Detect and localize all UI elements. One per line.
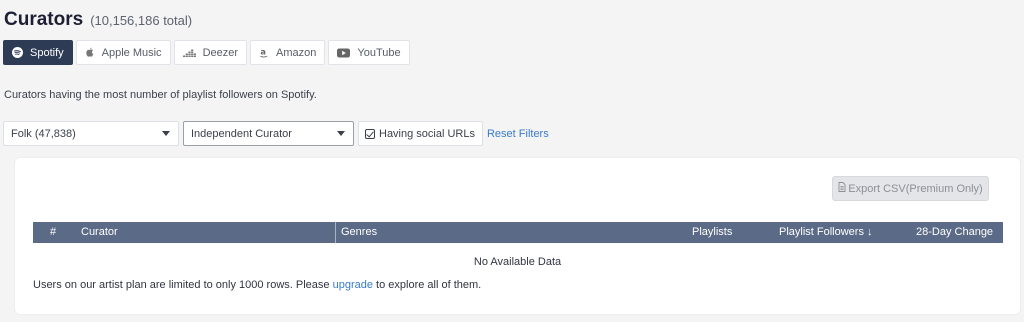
export-csv-button[interactable]: Export CSV(Premium Only) [832, 176, 989, 201]
plan-limit-note: Users on our artist plan are limited to … [33, 279, 481, 291]
plan-limit-note-text-end: to explore all of them. [376, 279, 482, 291]
caret-down-icon [162, 131, 170, 136]
column-divider[interactable] [335, 222, 336, 243]
column-header-28-day-change[interactable]: 28-Day Change [916, 222, 993, 243]
reset-filters-link[interactable]: Reset Filters [487, 128, 549, 140]
amazon-icon: a [259, 47, 269, 58]
plan-limit-note-text: Users on our artist plan are limited to … [33, 279, 330, 291]
social-urls-label: Having social URLs [379, 127, 475, 140]
tab-spotify[interactable]: Spotify [3, 40, 73, 65]
checkbox-checked-icon[interactable] [365, 128, 375, 139]
tab-label: Apple Music [101, 46, 162, 59]
curators-table-card: Export CSV(Premium Only) # Curator Genre… [14, 157, 1021, 315]
column-header-curator[interactable]: Curator [81, 222, 118, 243]
page-description: Curators having the most number of playl… [4, 89, 317, 101]
caret-down-icon [337, 131, 345, 136]
tab-apple-music[interactable]: Apple Music [75, 40, 171, 65]
platform-tabs: Spotify Apple Music Deezer a Amazon YouT… [3, 40, 410, 65]
tab-label: Deezer [202, 46, 239, 59]
social-urls-filter[interactable]: Having social URLs [358, 121, 483, 146]
empty-state-text: No Available Data [473, 256, 562, 268]
column-header-index[interactable]: # [50, 222, 56, 243]
table-header: # Curator Genres Playlists Playlist Foll… [33, 222, 1003, 243]
tab-deezer[interactable]: Deezer [173, 40, 248, 65]
total-count: (10,156,186 total) [90, 13, 193, 28]
genre-select-value: Folk (47,838) [11, 127, 76, 140]
page-title: Curators [4, 9, 84, 30]
column-header-genres[interactable]: Genres [341, 222, 377, 243]
curator-type-select[interactable]: Independent Curator [183, 121, 354, 146]
tab-label: Spotify [30, 46, 64, 59]
tab-label: YouTube [357, 46, 401, 59]
genre-select[interactable]: Folk (47,838) [3, 121, 179, 146]
deezer-icon [182, 48, 196, 57]
youtube-icon [337, 48, 351, 58]
export-csv-label: Export CSV(Premium Only) [848, 182, 983, 195]
column-header-followers[interactable]: Playlist Followers ↓ [779, 222, 873, 243]
column-header-playlists[interactable]: Playlists [692, 222, 732, 243]
curator-type-select-value: Independent Curator [191, 127, 292, 140]
spotify-icon [12, 47, 23, 58]
page-header: Curators (10,156,186 total) [4, 9, 192, 31]
tab-amazon[interactable]: a Amazon [250, 40, 326, 65]
tab-youtube[interactable]: YouTube [328, 40, 410, 65]
svg-text:a: a [260, 47, 266, 56]
apple-icon [85, 47, 95, 58]
file-icon [838, 182, 846, 195]
tab-label: Amazon [276, 46, 317, 59]
upgrade-link[interactable]: upgrade [333, 279, 373, 291]
filter-bar: Folk (47,838) Independent Curator Having… [3, 121, 549, 146]
